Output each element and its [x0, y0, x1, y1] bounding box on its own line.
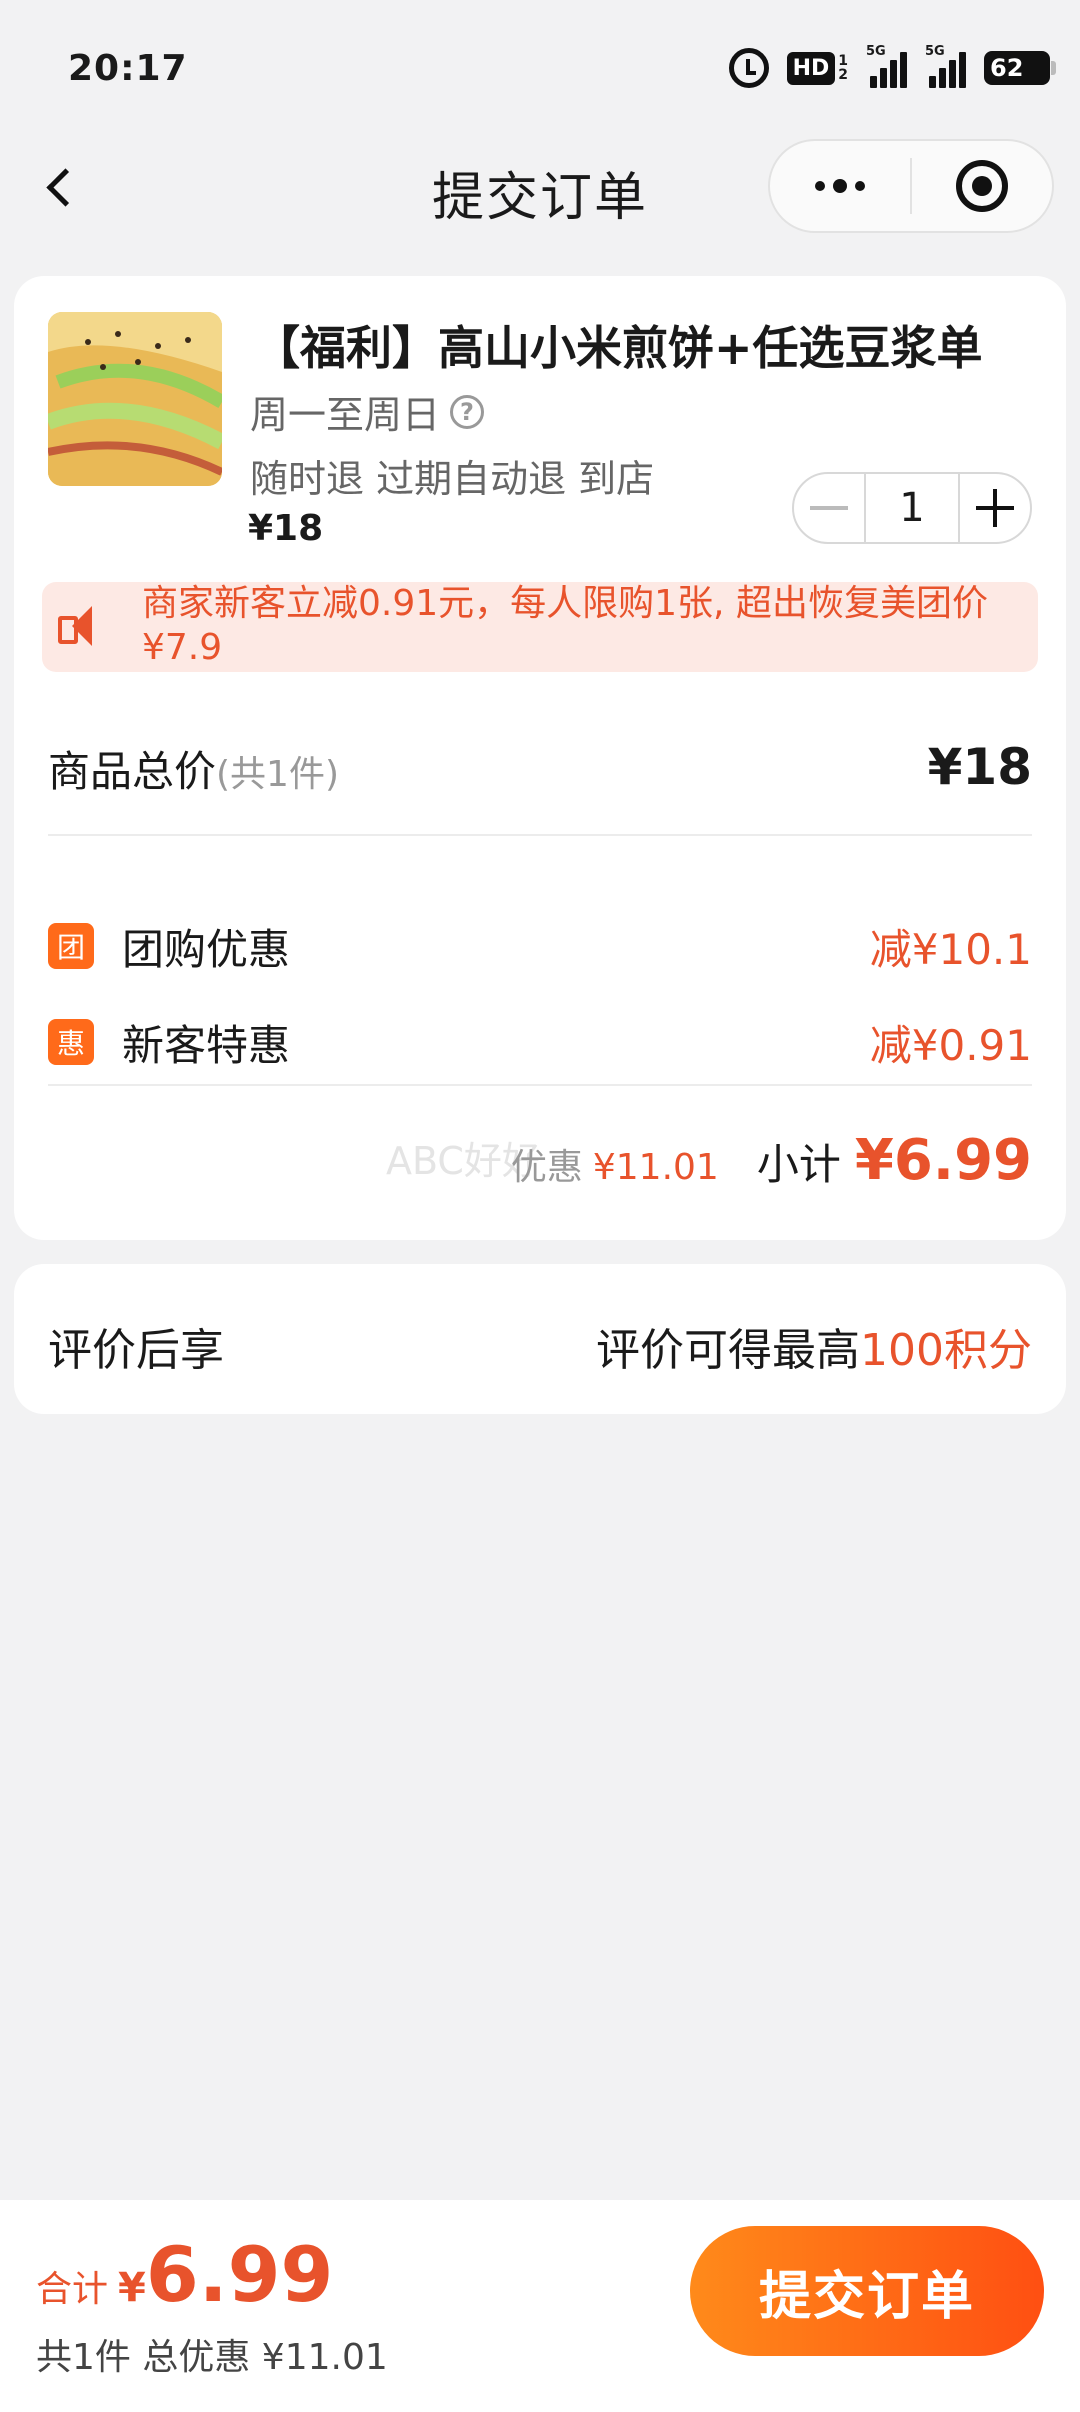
- subtotal-discount-value: ¥11.01: [592, 1147, 719, 1188]
- more-dots-icon[interactable]: [770, 141, 910, 231]
- quantity-value[interactable]: 1: [864, 474, 960, 542]
- days-text: 周一至周日: [250, 393, 441, 437]
- hd-sim-1: 1: [838, 53, 848, 69]
- screen: 20:17 HD 1 2 5G 5G 62 提交订单 【福利】高山小米煎饼+任选…: [0, 0, 1080, 2412]
- signal-icon-1: 5G: [866, 44, 907, 88]
- signal-bar: [959, 52, 966, 88]
- review-reward-points: 100积分: [860, 1325, 1032, 1376]
- product-price: ¥18: [248, 508, 324, 549]
- signal-bar: [939, 68, 946, 88]
- speaker-icon: [56, 604, 106, 650]
- promo-banner: 商家新客立减0.91元，每人限购1张, 超出恢复美团价¥7.9: [42, 582, 1038, 672]
- signal-bar: [880, 68, 887, 88]
- subtotal-value: ¥6.99: [854, 1128, 1032, 1193]
- product-image: [48, 312, 222, 486]
- status-time: 20:17: [68, 48, 188, 89]
- order-card: 【福利】高山小米煎饼+任选豆浆单 周一至周日 ? 随时退 过期自动退 到店 ¥1…: [14, 276, 1066, 1240]
- mini-program-capsule: [768, 139, 1054, 233]
- battery-icon: 62: [984, 51, 1056, 85]
- hd-sim-2: 2: [838, 67, 848, 83]
- product-days: 周一至周日 ?: [250, 384, 485, 439]
- product-title: 【福利】高山小米煎饼+任选豆浆单: [254, 321, 983, 375]
- subtotal-row: 优惠 ¥11.01 小计 ¥6.99: [511, 1128, 1032, 1193]
- currency-symbol: ¥: [118, 2265, 146, 2311]
- divider: [48, 834, 1032, 836]
- subtotal-discount-label: 优惠: [510, 1147, 583, 1188]
- alarm-icon: [728, 48, 769, 88]
- plus-icon[interactable]: [960, 474, 1030, 542]
- bottom-bar: 合计 ¥ 6.99 共1件 总优惠 ¥11.01 提交订单: [0, 2200, 1080, 2412]
- grand-total-label: 合计: [36, 2269, 109, 2310]
- signal-bar: [929, 76, 936, 88]
- status-bar: 20:17 HD 1 2 5G 5G 62: [0, 0, 1080, 130]
- help-icon[interactable]: ?: [450, 394, 485, 429]
- review-reward: 评价可得最高100积分: [596, 1314, 1032, 1378]
- goods-total-label: 商品总价(共1件): [48, 738, 339, 799]
- grand-total: 合计 ¥ 6.99: [36, 2230, 333, 2319]
- group-buy-icon: 团: [48, 923, 94, 969]
- battery-level: 62: [990, 54, 1024, 82]
- nav-bar: 提交订单: [0, 135, 1080, 240]
- total-discount-summary: 共1件 总优惠 ¥11.01: [36, 2337, 388, 2378]
- submit-order-button[interactable]: 提交订单: [690, 2226, 1044, 2356]
- signal-icon-2: 5G: [925, 44, 966, 88]
- subtotal-label: 小计: [756, 1140, 841, 1189]
- quantity-stepper: 1: [792, 472, 1032, 544]
- discount-row-group-buy: 团 团购优惠 减¥10.1: [48, 916, 1032, 976]
- review-card[interactable]: 评价后享 评价可得最高100积分: [14, 1264, 1066, 1414]
- discount-label: 团购优惠: [122, 924, 291, 974]
- promo-text: 商家新客立减0.91元，每人限购1张, 超出恢复美团价¥7.9: [142, 583, 988, 668]
- goods-total-value: ¥18: [927, 738, 1032, 796]
- discount-label: 新客特惠: [122, 1020, 291, 1070]
- status-icons: HD 1 2 5G 5G 62: [728, 44, 1056, 90]
- hd-label: HD: [786, 51, 836, 85]
- discount-value: 减¥0.91: [869, 1020, 1032, 1070]
- discount-row-new-customer: 惠 新客特惠 减¥0.91: [48, 1012, 1032, 1072]
- signal-bar: [890, 60, 897, 88]
- goods-total-count: (共1件): [216, 754, 340, 795]
- minus-icon[interactable]: [794, 474, 864, 542]
- review-reward-prefix: 评价可得最高: [596, 1325, 861, 1376]
- divider: [48, 1084, 1032, 1086]
- signal-bar: [870, 76, 877, 88]
- hd-voice-icon: HD 1 2: [786, 51, 848, 85]
- network-type-2: 5G: [925, 44, 945, 59]
- target-icon[interactable]: [912, 141, 1052, 231]
- hd-sim-numbers: 1 2: [838, 54, 848, 82]
- review-label: 评价后享: [48, 1325, 224, 1376]
- refund-policy: 随时退 过期自动退 到店: [250, 457, 655, 501]
- signal-bar: [900, 52, 907, 88]
- goods-total-text: 商品总价: [48, 747, 217, 796]
- new-customer-icon: 惠: [48, 1019, 94, 1065]
- signal-bar: [949, 60, 956, 88]
- network-type-1: 5G: [866, 44, 886, 59]
- grand-total-value: 6.99: [145, 2230, 334, 2319]
- discount-value: 减¥10.1: [869, 924, 1032, 974]
